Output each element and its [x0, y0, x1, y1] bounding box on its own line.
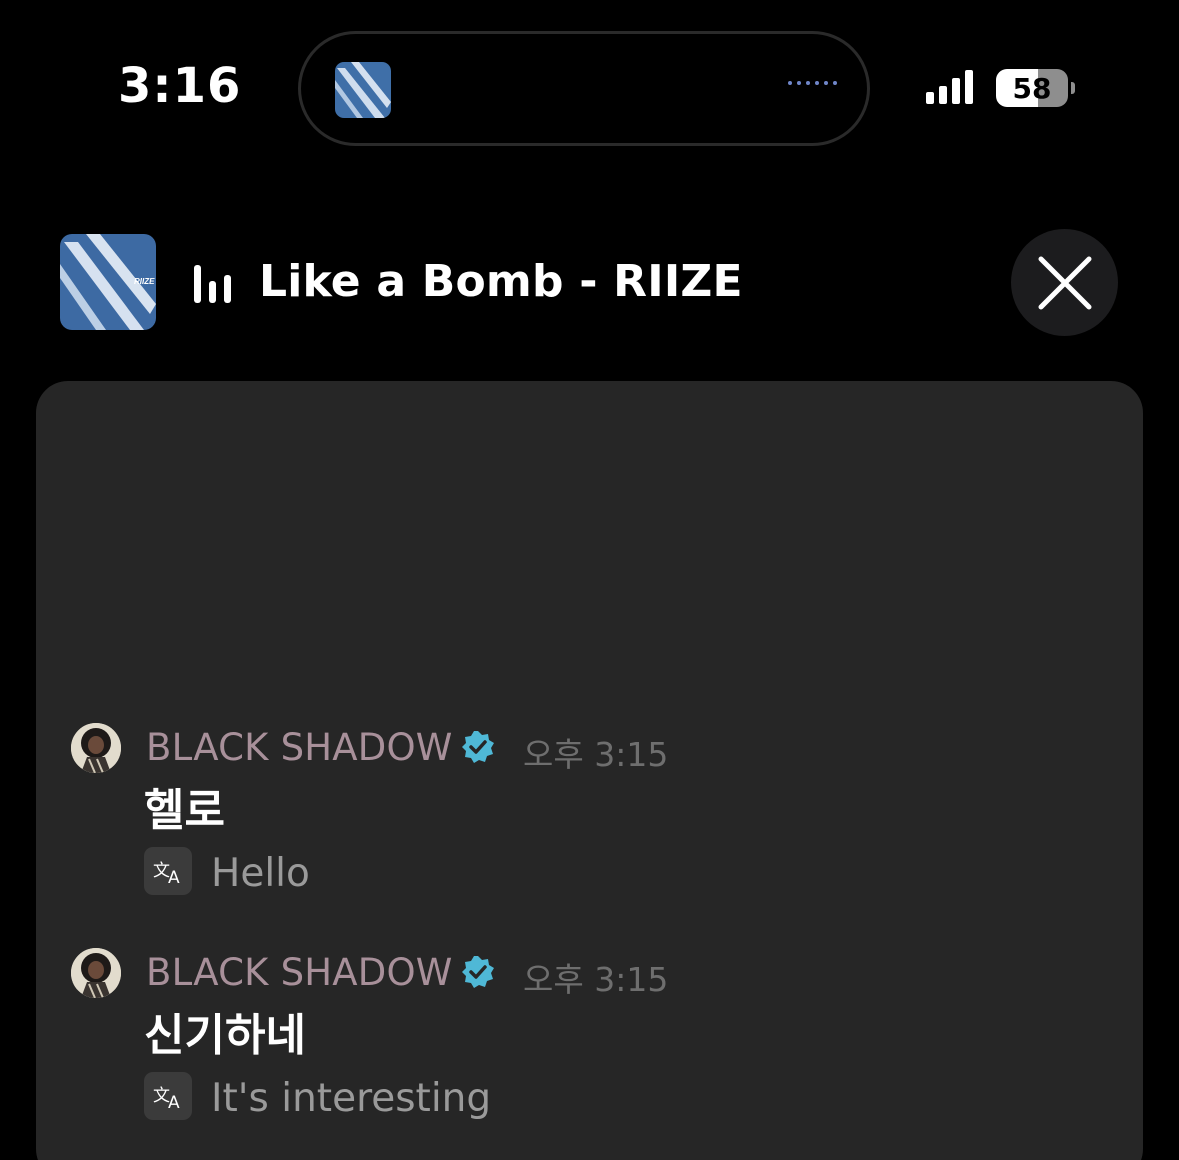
close-icon	[1038, 256, 1091, 309]
translated-text: It's interesting	[211, 1076, 492, 1121]
album-art-label: RIIZE	[134, 277, 155, 286]
avatar[interactable]	[71, 948, 121, 998]
translated-text: Hello	[211, 851, 310, 896]
verified-badge-icon	[462, 956, 494, 988]
dynamic-island[interactable]	[298, 31, 870, 146]
svg-text:A: A	[168, 868, 180, 886]
translate-icon[interactable]: 文 A	[144, 1072, 192, 1120]
island-album-art	[335, 62, 391, 118]
screen: 3:16 58 RIIZE Like a Bomb - RIIZE BLACK …	[0, 0, 1179, 1160]
message-text: 신기하네	[144, 1010, 306, 1061]
cellular-signal-icon	[926, 70, 973, 104]
battery-tip	[1071, 82, 1075, 94]
verified-badge-icon	[462, 731, 494, 763]
status-time: 3:16	[118, 58, 242, 114]
svg-text:A: A	[168, 1093, 180, 1111]
island-waveform	[788, 81, 837, 85]
close-button[interactable]	[1011, 229, 1118, 336]
username[interactable]: BLACK SHADOW	[146, 951, 453, 994]
message-time: 오후 3:15	[523, 960, 669, 999]
song-title: Like a Bomb - RIIZE	[259, 256, 743, 307]
battery-indicator: 58	[996, 69, 1068, 107]
avatar[interactable]	[71, 723, 121, 773]
equalizer-icon	[194, 265, 231, 303]
username[interactable]: BLACK SHADOW	[146, 726, 453, 769]
album-art: RIIZE	[60, 234, 156, 330]
translate-icon[interactable]: 文 A	[144, 847, 192, 895]
chat-panel[interactable]: BLACK SHADOW 오후 3:15 헬로 文 A Hello BLACK …	[36, 381, 1143, 1160]
message-time: 오후 3:15	[523, 735, 669, 774]
message-text: 헬로	[144, 785, 225, 836]
